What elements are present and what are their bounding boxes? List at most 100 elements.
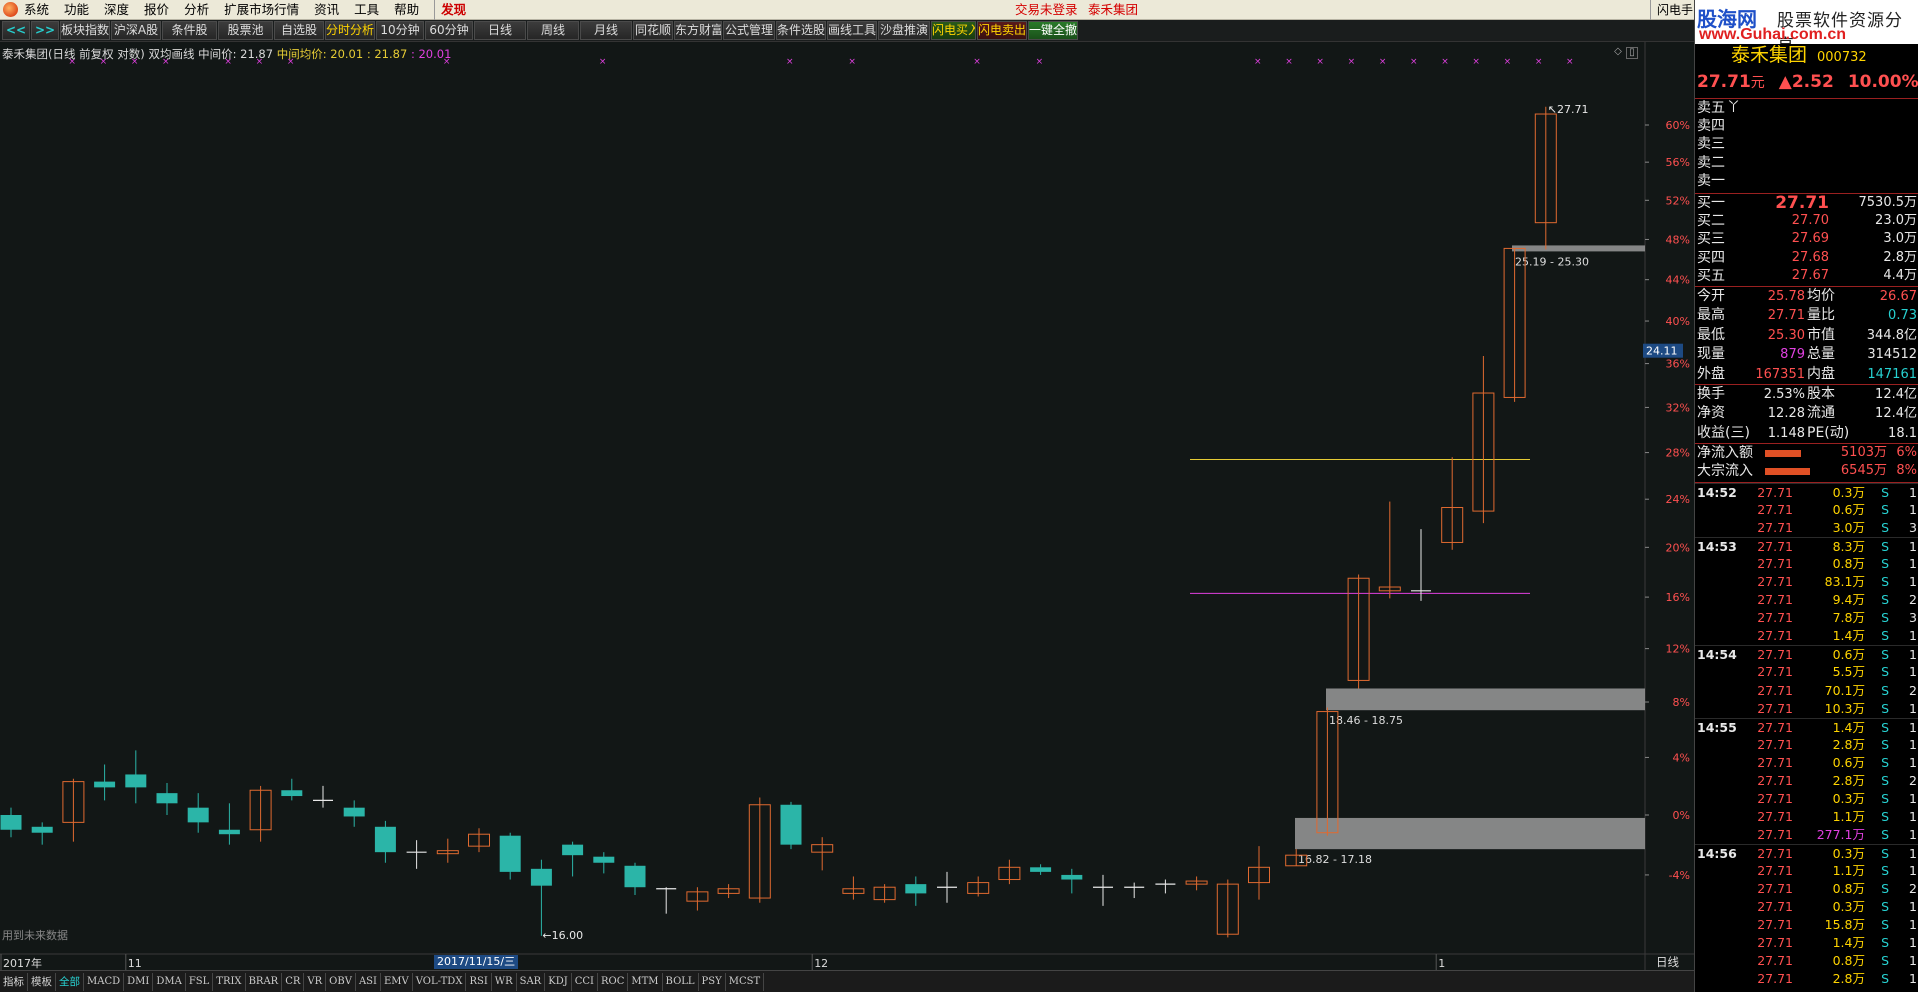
indicator-tab[interactable]: PSY (699, 972, 726, 991)
menu-item[interactable]: 系统 (24, 0, 49, 20)
tick-row[interactable]: 27.71 1.4万 S 1 (1695, 627, 1918, 645)
indicator-tab[interactable]: FSL (186, 972, 214, 991)
indicator-tab[interactable]: ROC (598, 972, 629, 991)
indicator-tab[interactable]: TRIX (213, 972, 246, 991)
bid-row[interactable]: 买三 27.69 3.0万 (1695, 230, 1918, 248)
indicator-tab[interactable]: EMV (381, 972, 413, 991)
tick-row[interactable]: 27.71 70.1万 S 2 (1695, 682, 1918, 700)
toolbar-button[interactable]: 分时分析 (325, 21, 375, 40)
tick-row[interactable]: 14:55 27.71 1.4万 S 1 (1695, 717, 1918, 736)
flash-trader-menu[interactable]: 闪电手 (1650, 0, 1694, 20)
stock-header[interactable]: 泰禾集团 000732 (1731, 44, 1881, 66)
tick-row[interactable]: 14:53 27.71 8.3万 S 1 (1695, 537, 1918, 555)
indicator-tab[interactable]: BRAR (246, 972, 283, 991)
indicator-tab[interactable]: MTM (628, 972, 663, 991)
ask-row[interactable]: 卖四 (1695, 117, 1918, 135)
tick-row[interactable]: 27.71 0.3万 S 1 (1695, 790, 1918, 808)
menu-item[interactable]: 工具 (354, 0, 379, 20)
toolbar-button[interactable]: >> (31, 21, 59, 40)
tick-row[interactable]: 27.71 1.4万 S 1 (1695, 934, 1918, 952)
tick-row[interactable]: 14:56 27.71 0.3万 S 1 (1695, 843, 1918, 862)
chart-restore-icon[interactable]: ▯ (1626, 47, 1638, 59)
tick-row[interactable]: 27.71 1.1万 S 1 (1695, 808, 1918, 826)
tick-row[interactable]: 27.71 0.6万 S 1 (1695, 754, 1918, 772)
indicator-tab[interactable]: BOLL (663, 972, 699, 991)
indicator-tab[interactable]: 指标 (0, 972, 28, 991)
indicator-tab[interactable]: MCST (726, 972, 765, 991)
indicator-tab[interactable]: ASI (356, 972, 381, 991)
tick-row[interactable]: 14:54 27.71 0.6万 S 1 (1695, 645, 1918, 663)
tick-row[interactable]: 27.71 5.5万 S 1 (1695, 663, 1918, 681)
tick-row[interactable]: 27.71 0.8万 S 2 (1695, 880, 1918, 898)
toolbar-button[interactable]: 沪深A股 (111, 21, 161, 40)
indicator-tab[interactable]: 模板 (28, 972, 56, 991)
chart-diamond-icon[interactable]: ◇ (1612, 47, 1624, 59)
kline-chart[interactable]: -4% 0% 4% 8% 12% 16% 20% 24% 28% 32% 36% 40% 44% 48% 5… (0, 42, 1694, 984)
indicator-tab[interactable]: MACD (84, 972, 125, 991)
indicator-tab[interactable]: VOL-TDX (413, 972, 467, 991)
ask-row[interactable]: 卖五丫 (1695, 99, 1918, 117)
bid-row[interactable]: 买二 27.70 23.0万 (1695, 212, 1918, 230)
tick-row[interactable]: 27.71 2.8万 S 1 (1695, 736, 1918, 754)
toolbar-button[interactable]: 公式管理 (723, 21, 775, 40)
indicator-tab[interactable]: CR (282, 972, 305, 991)
toolbar-button[interactable]: 股票池 (218, 21, 273, 40)
tick-row[interactable]: 27.71 0.3万 S 1 (1695, 898, 1918, 916)
tick-row[interactable]: 27.71 7.8万 S 3 (1695, 609, 1918, 627)
bid-row[interactable]: 买一 27.71 7530.5万 (1695, 194, 1918, 212)
toolbar-button[interactable]: 东方财富 (674, 21, 722, 40)
tick-row[interactable]: 27.71 15.8万 S 1 (1695, 916, 1918, 934)
indicator-tab[interactable]: WR (492, 972, 517, 991)
menu-item[interactable]: 帮助 (394, 0, 419, 20)
toolbar-button[interactable]: 闪电卖出 (977, 21, 1027, 40)
menu-item[interactable]: 报价 (144, 0, 169, 20)
tick-row[interactable]: 27.71 0.8万 S 1 (1695, 555, 1918, 573)
menu-item[interactable]: 分析 (184, 0, 209, 20)
trade-login-status[interactable]: 交易未登录 (1015, 0, 1078, 20)
menu-item[interactable]: 深度 (104, 0, 129, 20)
toolbar-button[interactable]: 月线 (580, 21, 632, 40)
tick-row[interactable]: 27.71 3.0万 S 3 (1695, 519, 1918, 537)
toolbar-button[interactable]: 60分钟 (425, 21, 473, 40)
indicator-tab[interactable]: DMA (153, 972, 186, 991)
menu-item[interactable]: 资讯 (314, 0, 339, 20)
tick-row[interactable]: 27.71 83.1万 S 1 (1695, 573, 1918, 591)
menu-item[interactable]: 功能 (64, 0, 89, 20)
toolbar-button[interactable]: 条件选股 (776, 21, 826, 40)
indicator-tab[interactable]: OBV (326, 972, 356, 991)
menu-discover[interactable]: 发现 (434, 0, 466, 20)
indicator-tab[interactable]: DMI (124, 972, 154, 991)
bid-row[interactable]: 买五 27.67 4.4万 (1695, 267, 1918, 285)
indicator-tab[interactable]: RSI (466, 972, 492, 991)
menu-item[interactable]: 扩展市场行情 (224, 0, 299, 20)
indicator-tab[interactable]: SAR (517, 972, 546, 991)
toolbar-button[interactable]: 条件股 (162, 21, 217, 40)
toolbar-button[interactable]: 同花顺 (633, 21, 673, 40)
bid-row[interactable]: 买四 27.68 2.8万 (1695, 249, 1918, 267)
ask-row[interactable]: 卖三 (1695, 135, 1918, 153)
tick-row[interactable]: 27.71 9.4万 S 2 (1695, 591, 1918, 609)
toolbar-button[interactable]: 沙盘推演 (878, 21, 930, 40)
tick-row[interactable]: 27.71 10.3万 S 1 (1695, 700, 1918, 718)
indicator-tab[interactable]: VR (304, 972, 327, 991)
toolbar-button[interactable]: 自选股 (274, 21, 324, 40)
tick-row[interactable]: 27.71 2.8万 S 1 (1695, 970, 1918, 988)
indicator-tab[interactable]: 全部 (56, 972, 84, 991)
ask-row[interactable]: 卖二 (1695, 154, 1918, 172)
tick-row[interactable]: 27.71 0.8万 S 1 (1695, 952, 1918, 970)
indicator-tab[interactable]: CCI (572, 972, 598, 991)
tick-row[interactable]: 14:52 27.71 0.3万 S 1 (1695, 483, 1918, 501)
tick-row[interactable]: 27.71 277.1万 S 1 (1695, 826, 1918, 844)
indicator-tab[interactable]: KDJ (545, 972, 572, 991)
tick-row[interactable]: 27.71 2.8万 S 2 (1695, 772, 1918, 790)
tick-row[interactable]: 27.71 0.6万 S 1 (1695, 501, 1918, 519)
toolbar-button[interactable]: 闪电买入 (931, 21, 976, 40)
toolbar-button[interactable]: 10分钟 (376, 21, 424, 40)
toolbar-button[interactable]: 画线工具 (827, 21, 877, 40)
toolbar-button[interactable]: 板块指数 (60, 21, 110, 40)
ask-row[interactable]: 卖一 (1695, 172, 1918, 190)
tick-list[interactable]: 14:52 27.71 0.3万 S 1 27.71 0.6万 S 1 27.71 3.0万 S 3 14… (1695, 482, 1918, 988)
tick-row[interactable]: 27.71 1.1万 S 1 (1695, 862, 1918, 880)
toolbar-button[interactable]: << (2, 21, 30, 40)
toolbar-button[interactable]: 日线 (474, 21, 526, 40)
